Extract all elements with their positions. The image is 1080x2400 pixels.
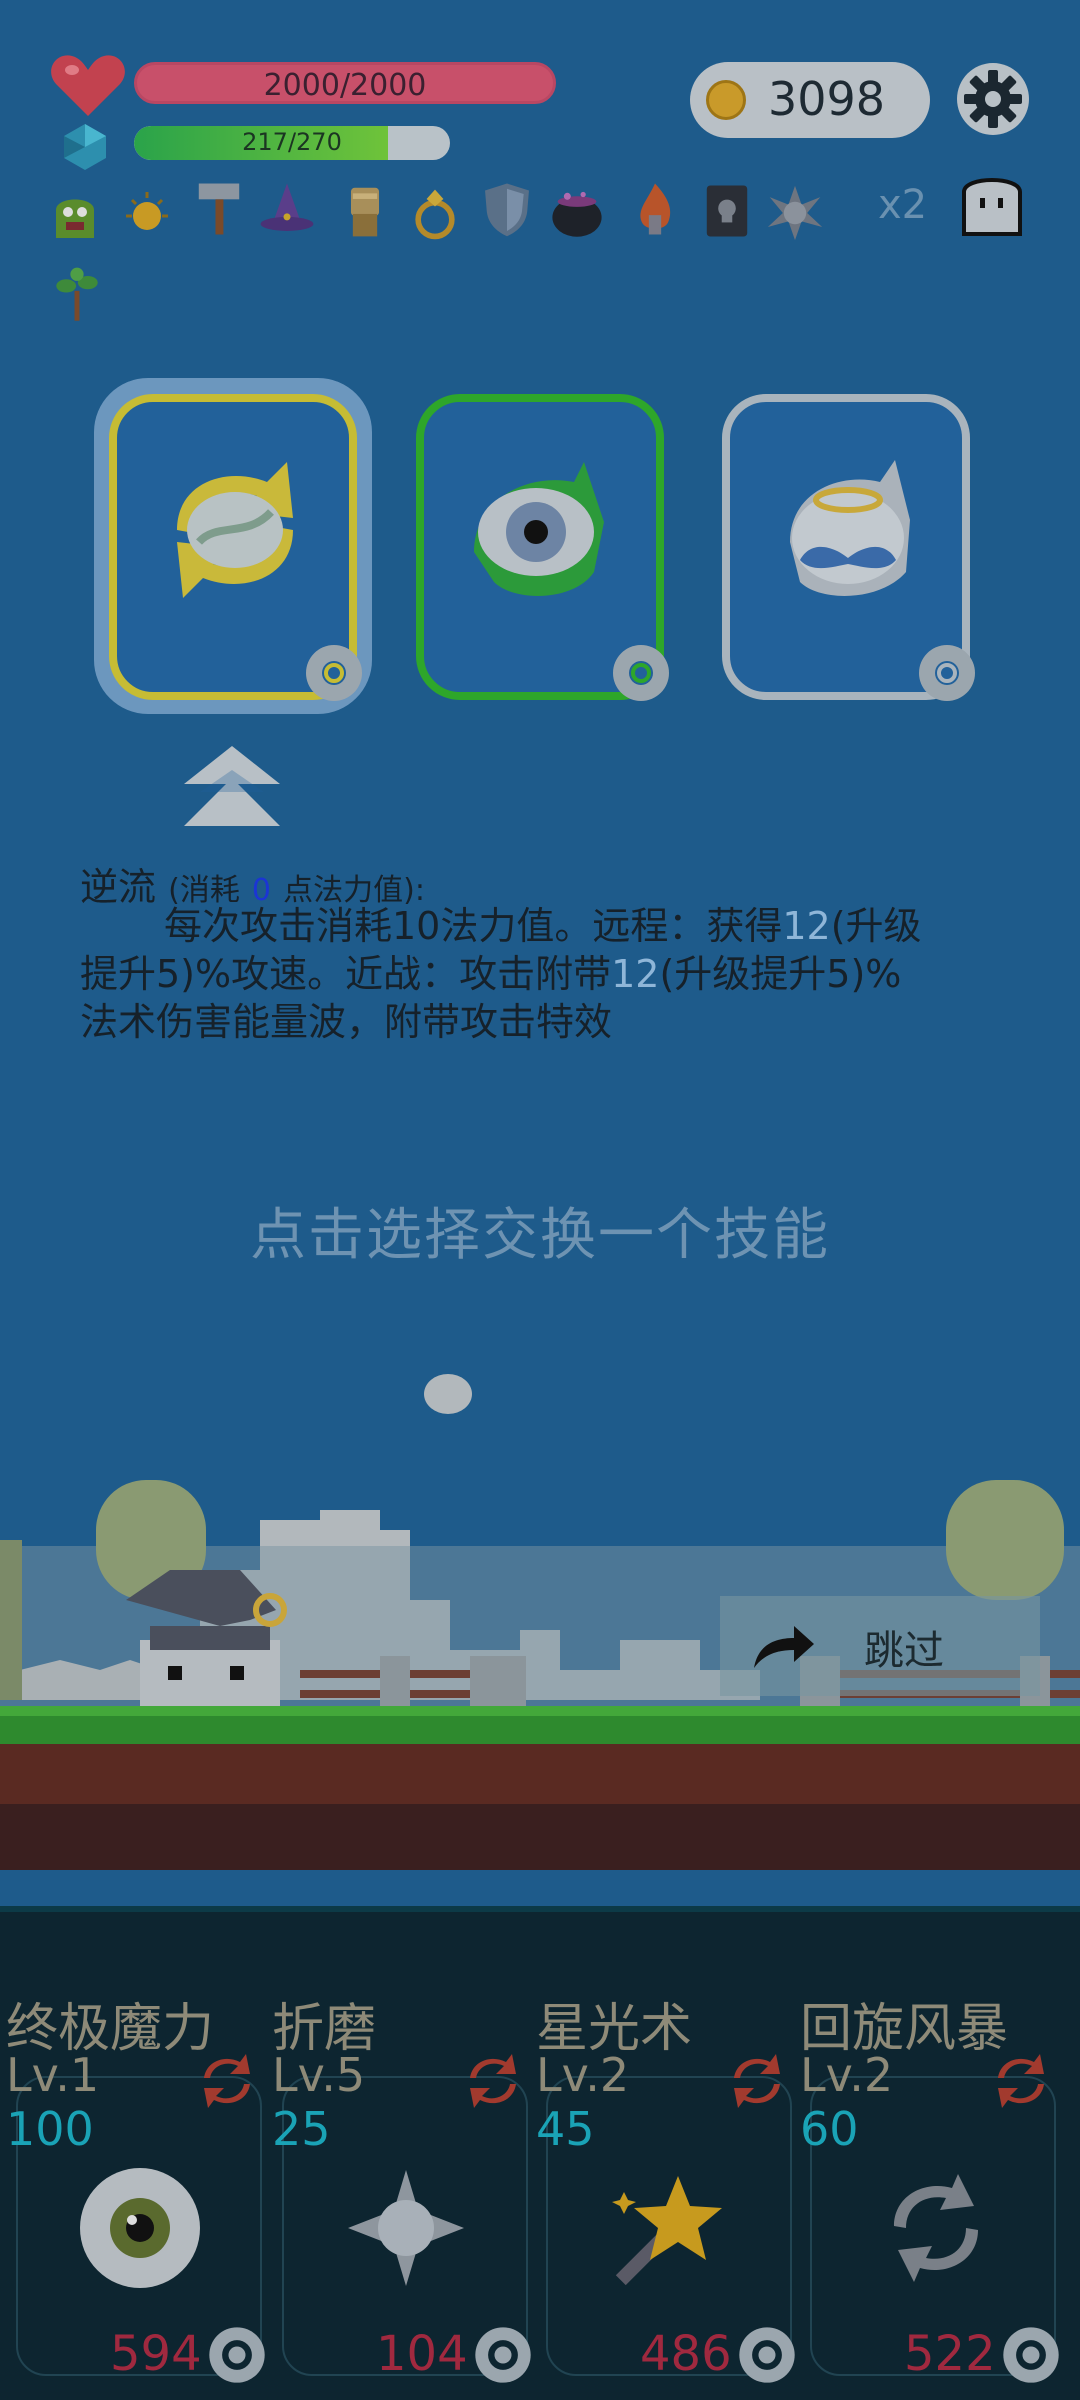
skill-slot-badge-icon — [475, 2327, 531, 2383]
health-text: 2000/2000 — [263, 68, 427, 103]
cauldron-icon[interactable] — [548, 184, 606, 242]
upgrade-chevron-icon — [184, 746, 280, 826]
mana-gem-icon — [64, 124, 106, 170]
skill-slot-count: 522 — [904, 2326, 996, 2382]
skill-slot-level: Lv.1 — [6, 2048, 100, 2102]
desc-line3: 法术伤害能量波，附带攻击特效 — [80, 1000, 613, 1044]
coin-count: 3098 — [768, 72, 886, 126]
eyeball-icon — [80, 2168, 200, 2288]
refresh-icon[interactable] — [990, 2050, 1052, 2112]
desc-line1-a: 每次攻击消耗10法力值。远程：获得 — [164, 904, 783, 948]
skill-slot-cost: 45 — [536, 2102, 595, 2156]
card-swap-badge-icon — [306, 645, 362, 701]
star-wand-icon — [612, 2176, 722, 2286]
skill-slot-cost: 100 — [6, 2102, 94, 2156]
desc-line2-a: 提升5)%攻速。近战：攻击附带 — [80, 952, 612, 996]
skill-slot-count: 486 — [640, 2326, 732, 2382]
skill-slot-count: 104 — [376, 2326, 468, 2382]
desc-line1-b: (升级 — [830, 904, 922, 948]
skill-slot-level: Lv.5 — [272, 2048, 366, 2102]
mana-bar: 217/270 — [134, 126, 450, 160]
desc-line1-highlight: 12 — [782, 904, 831, 948]
mana-text: 217/270 — [242, 128, 342, 156]
sun-orb-icon[interactable] — [118, 186, 176, 244]
whirlwind-icon — [894, 2174, 978, 2282]
card-swap-badge-icon — [919, 645, 975, 701]
skill-slot-level: Lv.2 — [800, 2048, 894, 2102]
skill-slot-cost: 25 — [272, 2102, 331, 2156]
spiked-ball-icon[interactable] — [766, 184, 824, 242]
skill-slot-level: Lv.2 — [536, 2048, 630, 2102]
eye-icon — [474, 462, 604, 596]
shield-icon[interactable] — [478, 180, 536, 238]
skill-slot-badge-icon — [209, 2327, 265, 2383]
skull-book-icon[interactable] — [698, 182, 756, 240]
wizard-hat-icon[interactable] — [258, 180, 316, 238]
skill-slot-count: 594 — [110, 2326, 202, 2382]
swap-prompt: 点击选择交换一个技能 — [250, 1203, 830, 1268]
skill-slot-cost: 60 — [800, 2102, 859, 2156]
coin-icon — [706, 80, 746, 120]
green-monster-icon[interactable] — [46, 186, 104, 244]
coin-counter: 3098 — [690, 62, 930, 138]
ghost-icon[interactable] — [958, 170, 1026, 238]
skip-arrow-icon — [754, 1626, 814, 1668]
skill-choice-card-3[interactable] — [722, 394, 975, 701]
refresh-icon[interactable] — [196, 2050, 258, 2112]
equipment-multiplier: x2 — [878, 182, 928, 228]
reverse-flow-icon — [177, 462, 293, 598]
spiked-mace-icon — [348, 2170, 464, 2286]
ring-icon[interactable] — [406, 184, 464, 242]
skill-choice-card-2[interactable] — [416, 394, 669, 701]
gauntlet-icon[interactable] — [336, 184, 394, 242]
settings-gear-icon[interactable] — [956, 62, 1030, 136]
angel-mustache-icon — [790, 460, 910, 596]
skill-slot-badge-icon — [739, 2327, 795, 2383]
refresh-icon[interactable] — [462, 2050, 524, 2112]
heart-icon — [51, 55, 125, 116]
skill-choice-card-1[interactable] — [109, 394, 362, 701]
skip-button[interactable]: 跳过 — [720, 1596, 1040, 1696]
skip-label: 跳过 — [864, 1628, 944, 1674]
skill-description-body: 每次攻击消耗10法力值。远程：获得12(升级 提升5)%攻速。近战：攻击附带12… — [80, 902, 1000, 1046]
hammer-icon[interactable] — [190, 180, 248, 238]
desc-line2-b: (升级提升5)% — [659, 952, 902, 996]
sapling-icon[interactable] — [48, 266, 106, 324]
refresh-icon[interactable] — [726, 2050, 788, 2112]
card-swap-badge-icon — [613, 645, 669, 701]
skill-slot-badge-icon — [1003, 2327, 1059, 2383]
health-bar: 2000/2000 — [134, 62, 556, 104]
flame-icon[interactable] — [626, 180, 684, 238]
desc-line2-highlight: 12 — [611, 952, 660, 996]
